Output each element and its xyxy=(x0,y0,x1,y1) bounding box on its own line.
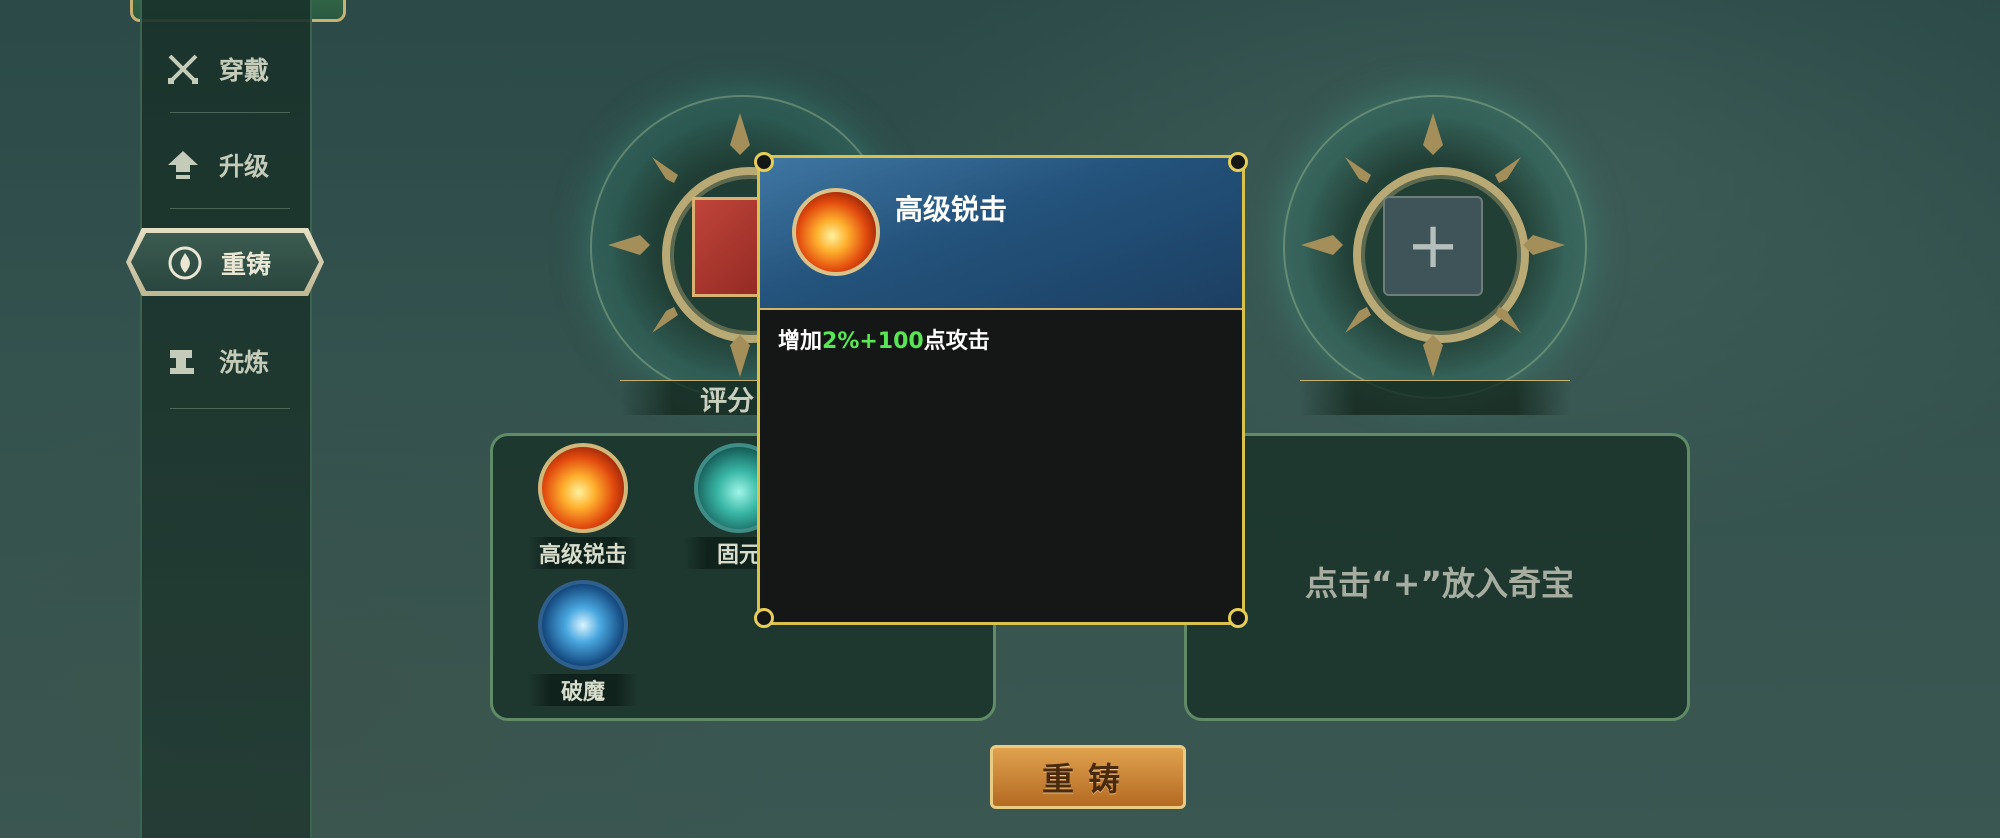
tooltip-corner-ornament xyxy=(754,152,774,172)
skill-item[interactable]: 破魔 xyxy=(528,580,638,706)
treasure-hint: 点击“+”放入奇宝 xyxy=(1305,564,1575,603)
sidebar-item-upgrade[interactable]: 升级 xyxy=(165,130,315,200)
upgrade-arrow-icon xyxy=(165,147,201,183)
tooltip-header: 高级锐击 xyxy=(760,158,1242,310)
divider xyxy=(170,408,290,409)
skill-label: 高级锐击 xyxy=(528,537,638,569)
skill-item[interactable]: 高级锐击 xyxy=(528,443,638,569)
plus-icon: + xyxy=(1406,209,1460,283)
sidebar-item-label: 洗炼 xyxy=(219,348,270,377)
sidebar xyxy=(140,0,312,838)
divider xyxy=(170,208,290,209)
sidebar-item-wear[interactable]: 穿戴 xyxy=(165,34,315,104)
fire-fist-icon xyxy=(792,188,880,276)
right-score-bar xyxy=(1300,380,1570,415)
sidebar-item-refine[interactable]: 洗炼 xyxy=(165,326,315,396)
reforge-button[interactable]: 重铸 xyxy=(990,745,1186,809)
divider xyxy=(170,112,290,113)
tooltip-corner-ornament xyxy=(1228,152,1248,172)
tooltip-description: 增加2%+100点攻击 xyxy=(778,329,990,354)
tooltip-corner-ornament xyxy=(754,608,774,628)
add-item-button[interactable]: + xyxy=(1383,196,1483,296)
tooltip-title: 高级锐击 xyxy=(895,193,1008,226)
sidebar-item-label: 穿戴 xyxy=(219,56,270,85)
anvil-icon xyxy=(165,343,201,379)
sidebar-item-label: 重铸 xyxy=(221,250,272,279)
sidebar-item-label: 升级 xyxy=(219,152,270,181)
flame-icon xyxy=(167,245,203,281)
tooltip-corner-ornament xyxy=(1228,608,1248,628)
sword-icon xyxy=(165,51,201,87)
ice-burst-icon xyxy=(538,580,628,670)
skill-label: 破魔 xyxy=(528,674,638,706)
skill-tooltip: 高级锐击 增加2%+100点攻击 xyxy=(754,152,1248,628)
sidebar-item-reforge[interactable]: 重铸 xyxy=(167,228,317,298)
fire-fist-icon xyxy=(538,443,628,533)
